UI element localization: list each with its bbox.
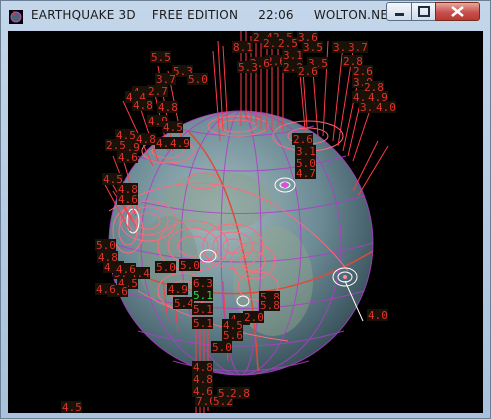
magnitude-label: 4.5: [163, 121, 183, 134]
app-icon: [9, 9, 23, 24]
title-bar[interactable]: EARTHQUAKE 3D FREE EDITION 22:06 WOLTON.…: [1, 1, 490, 31]
magnitude-label: 5.0: [188, 73, 208, 86]
magnitude-label: 5.4: [174, 297, 194, 310]
magnitude-label: 5.0: [180, 259, 200, 272]
magnitude-label: 5.0: [212, 341, 232, 354]
minimize-icon: [395, 13, 404, 16]
minimize-button[interactable]: [386, 2, 412, 21]
magnitude-label: 2.0: [244, 311, 264, 324]
magnitude-label: 4.8: [133, 99, 153, 112]
magnitude-label: 5.0: [156, 261, 176, 274]
magnitude-label: 5.1: [193, 317, 213, 330]
quake-point: [282, 182, 288, 188]
magnitude-label: 4.0: [376, 101, 396, 114]
maximize-button[interactable]: [411, 2, 436, 21]
magnitude-label: 2.8: [230, 387, 250, 400]
magnitude-label: 4.9: [170, 137, 190, 150]
magnitude-label: 5.1: [193, 303, 213, 316]
window-title: EARTHQUAKE 3D FREE EDITION 22:06 WOLTON.…: [31, 8, 396, 22]
maximize-icon: [418, 6, 430, 17]
close-button[interactable]: [435, 2, 480, 21]
magnitude-label: 2.6: [298, 65, 318, 78]
globe-viewport[interactable]: 2.42.53.62.92.58.13.53.53.72.62.92.63.53…: [8, 31, 483, 413]
magnitude-label: 4.6: [118, 193, 138, 206]
magnitude-label: 4.7: [296, 167, 316, 180]
magnitude-label: 3.5: [303, 41, 323, 54]
magnitude-label: 4.9: [168, 283, 188, 296]
magnitude-label: 2.5: [106, 139, 126, 152]
magnitude-label: 4.5: [62, 401, 82, 413]
magnitude-label: 4.6: [118, 151, 138, 164]
quake-point: [343, 275, 347, 279]
close-icon: [451, 6, 464, 17]
magnitude-label: 8.1: [233, 41, 253, 54]
magnitude-label: 3.7: [348, 41, 368, 54]
magnitude-label: 4.6: [116, 263, 136, 276]
magnitude-label: 5.1: [193, 289, 213, 302]
magnitude-label: 4.0: [368, 309, 388, 322]
app-window: EARTHQUAKE 3D FREE EDITION 22:06 WOLTON.…: [0, 0, 491, 419]
magnitude-label: 2.8: [364, 81, 384, 94]
magnitude-label: 5.3: [238, 61, 258, 74]
magnitude-label: 4.8: [158, 101, 178, 114]
magnitude-label: 2.7: [148, 85, 168, 98]
magnitude-label: 5.5: [151, 51, 171, 64]
earthquake-globe-canvas: 2.42.53.62.92.58.13.53.53.72.62.92.63.53…: [61, 31, 396, 413]
magnitude-label: 3.1: [283, 49, 303, 62]
magnitude-label: 4.6: [96, 283, 116, 296]
